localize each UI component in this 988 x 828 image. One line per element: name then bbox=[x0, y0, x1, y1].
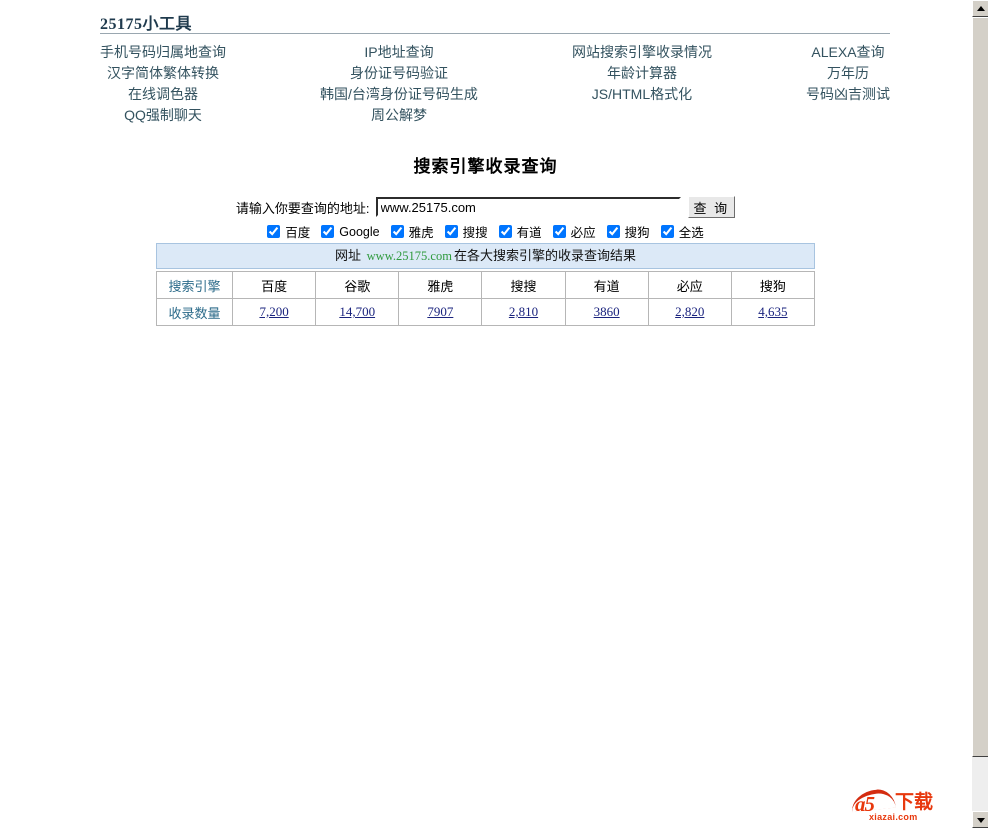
watermark-domain: xiazai.com bbox=[869, 812, 918, 822]
nav-link-qq-chat[interactable]: QQ强制聊天 bbox=[100, 105, 226, 126]
engine-checkbox-row: 百度 Google 雅虎 搜搜 有道 必应 搜狗 全选 bbox=[0, 222, 971, 241]
engine-label-soso: 搜搜 bbox=[462, 226, 488, 240]
nav-column-1: 手机号码归属地查询 汉字简体繁体转换 在线调色器 QQ强制聊天 bbox=[100, 42, 226, 126]
checkbox-sogou[interactable] bbox=[606, 225, 620, 238]
checkbox-google[interactable] bbox=[321, 225, 335, 238]
engine-checkbox-bing[interactable]: 必应 bbox=[552, 222, 596, 241]
a5-xiazai-logo-icon: a5 下载 xiazai.com bbox=[851, 788, 949, 822]
nav-column-3: 网站搜索引擎收录情况 年龄计算器 JS/HTML格式化 bbox=[572, 42, 712, 126]
nav-link-color-picker[interactable]: 在线调色器 bbox=[100, 84, 226, 105]
vertical-scrollbar[interactable] bbox=[971, 0, 988, 828]
table-header-youdao: 有道 bbox=[564, 271, 649, 299]
engine-label-sogou: 搜狗 bbox=[624, 226, 650, 240]
count-link-bing[interactable]: 2,820 bbox=[675, 304, 704, 319]
checkbox-soso[interactable] bbox=[444, 225, 458, 238]
checkbox-baidu[interactable] bbox=[267, 225, 281, 238]
count-link-baidu[interactable]: 7,200 bbox=[259, 304, 288, 319]
table-header-row: 搜索引擎 百度 谷歌 雅虎 搜搜 有道 必应 搜狗 bbox=[156, 271, 816, 299]
engine-checkbox-youdao[interactable]: 有道 bbox=[498, 222, 542, 241]
url-input[interactable] bbox=[375, 197, 681, 217]
tool-nav: 手机号码归属地查询 汉字简体繁体转换 在线调色器 QQ强制聊天 IP地址查询 身… bbox=[100, 42, 890, 126]
engine-checkbox-google[interactable]: Google bbox=[321, 224, 380, 239]
table-cell-google: 14,700 bbox=[315, 298, 400, 326]
nav-link-id-generate[interactable]: 韩国/台湾身份证号码生成 bbox=[320, 84, 478, 105]
scroll-up-icon[interactable] bbox=[972, 0, 988, 17]
result-panel: 网址 www.25175.com 在各大搜索引擎的收录查询结果 搜索引擎 百度 谷… bbox=[156, 243, 816, 326]
nav-link-js-html-format[interactable]: JS/HTML格式化 bbox=[572, 84, 712, 105]
scrollbar-thumb[interactable] bbox=[972, 17, 988, 757]
nav-link-ip-lookup[interactable]: IP地址查询 bbox=[320, 42, 478, 63]
count-link-soso[interactable]: 2,810 bbox=[509, 304, 538, 319]
page-title: 搜索引擎收录查询 bbox=[413, 157, 558, 176]
table-cell-baidu: 7,200 bbox=[231, 298, 317, 326]
table-header-yahoo: 雅虎 bbox=[398, 271, 483, 299]
scroll-down-icon[interactable] bbox=[972, 811, 988, 828]
count-link-yahoo[interactable]: 7907 bbox=[427, 304, 453, 319]
nav-link-id-validate[interactable]: 身份证号码验证 bbox=[320, 63, 478, 84]
header-divider bbox=[100, 33, 890, 34]
table-header-bing: 必应 bbox=[647, 271, 732, 299]
scrollbar-track[interactable] bbox=[972, 17, 988, 811]
engine-checkbox-yahoo[interactable]: 雅虎 bbox=[390, 222, 434, 241]
engine-checkbox-sogou[interactable]: 搜狗 bbox=[606, 222, 650, 241]
nav-link-hanzi-convert[interactable]: 汉字简体繁体转换 bbox=[100, 63, 226, 84]
result-banner-prefix: 网址 bbox=[335, 248, 365, 263]
table-cell-soso: 2,810 bbox=[481, 298, 566, 326]
result-banner: 网址 www.25175.com 在各大搜索引擎的收录查询结果 bbox=[156, 243, 815, 269]
nav-link-number-luck-test[interactable]: 号码凶吉测试 bbox=[806, 84, 890, 105]
nav-link-perpetual-calendar[interactable]: 万年历 bbox=[806, 63, 890, 84]
result-table: 搜索引擎 百度 谷歌 雅虎 搜搜 有道 必应 搜狗 收录数量 7,200 14,… bbox=[156, 271, 816, 326]
engine-label-google: Google bbox=[339, 224, 380, 239]
engine-checkbox-soso[interactable]: 搜搜 bbox=[444, 222, 488, 241]
table-header-soso: 搜搜 bbox=[481, 271, 566, 299]
count-link-youdao[interactable]: 3860 bbox=[594, 304, 620, 319]
table-row: 收录数量 7,200 14,700 7907 2,810 3860 2,820 … bbox=[156, 298, 816, 326]
engine-checkbox-baidu[interactable]: 百度 bbox=[267, 222, 310, 241]
watermark-cn-text: 下载 bbox=[895, 792, 934, 813]
count-link-sogou[interactable]: 4,635 bbox=[758, 304, 787, 319]
site-title: 25175小工具 bbox=[100, 16, 193, 33]
table-header-google: 谷歌 bbox=[315, 271, 400, 299]
nav-link-age-calculator[interactable]: 年龄计算器 bbox=[572, 63, 712, 84]
engine-label-yahoo: 雅虎 bbox=[408, 226, 434, 240]
checkbox-select-all[interactable] bbox=[660, 225, 674, 238]
url-input-label: 请输入你要查询的地址: bbox=[235, 200, 370, 216]
table-cell-youdao: 3860 bbox=[564, 298, 649, 326]
table-cell-sogou: 4,635 bbox=[730, 298, 816, 326]
page-viewport: 25175小工具 手机号码归属地查询 汉字简体繁体转换 在线调色器 QQ强制聊天… bbox=[0, 0, 971, 828]
checkbox-bing[interactable] bbox=[552, 225, 566, 238]
watermark-logo: a5 下载 xiazai.com bbox=[851, 788, 949, 822]
nav-link-dream-interpret[interactable]: 周公解梦 bbox=[320, 105, 478, 126]
table-row-label: 收录数量 bbox=[156, 298, 233, 326]
engine-checkbox-select-all[interactable]: 全选 bbox=[660, 222, 704, 241]
engine-label-baidu: 百度 bbox=[285, 226, 311, 240]
table-cell-bing: 2,820 bbox=[647, 298, 732, 326]
nav-column-4: ALEXA查询 万年历 号码凶吉测试 bbox=[806, 42, 890, 126]
result-banner-suffix: 在各大搜索引擎的收录查询结果 bbox=[453, 248, 636, 263]
nav-link-mobile-lookup[interactable]: 手机号码归属地查询 bbox=[100, 42, 226, 63]
query-form: 请输入你要查询的地址: 查 询 bbox=[0, 196, 971, 218]
nav-link-alexa-lookup[interactable]: ALEXA查询 bbox=[806, 42, 890, 63]
engine-label-youdao: 有道 bbox=[516, 226, 542, 240]
engine-label-bing: 必应 bbox=[570, 226, 596, 240]
checkbox-youdao[interactable] bbox=[498, 225, 512, 238]
result-banner-url: www.25175.com bbox=[366, 249, 452, 263]
nav-column-2: IP地址查询 身份证号码验证 韩国/台湾身份证号码生成 周公解梦 bbox=[320, 42, 478, 126]
checkbox-yahoo[interactable] bbox=[390, 225, 404, 238]
nav-link-search-index[interactable]: 网站搜索引擎收录情况 bbox=[572, 42, 712, 63]
engine-label-select-all: 全选 bbox=[678, 226, 704, 240]
table-header-baidu: 百度 bbox=[231, 271, 317, 299]
search-button[interactable]: 查 询 bbox=[687, 196, 736, 218]
table-cell-yahoo: 7907 bbox=[398, 298, 483, 326]
count-link-google[interactable]: 14,700 bbox=[339, 304, 375, 319]
table-header-sogou: 搜狗 bbox=[730, 271, 816, 299]
table-header-label: 搜索引擎 bbox=[156, 271, 233, 299]
